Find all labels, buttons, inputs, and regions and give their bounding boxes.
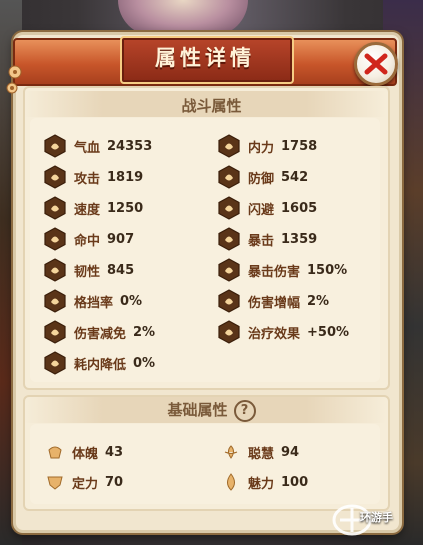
stat-row: 伤害减免 2%: [43, 320, 156, 344]
energy-cost-icon: [44, 351, 66, 375]
attack-icon: [44, 165, 66, 189]
stat-label: 体魄: [72, 446, 99, 462]
hp-icon: [44, 134, 66, 158]
damage-boost-icon: [218, 289, 240, 313]
stat-value: 94: [281, 444, 300, 460]
stat-row: 治疗效果 +50%: [217, 320, 350, 344]
stat-label: 闪避: [248, 202, 275, 218]
stat-row: 气血 24353: [43, 134, 153, 158]
character-portrait: [118, 0, 248, 36]
combat-section-title: 战斗属性: [181, 97, 242, 115]
stat-value: 24353: [107, 138, 153, 154]
defense-icon: [218, 165, 240, 189]
stat-value: 1819: [107, 169, 144, 185]
stat-value: 43: [105, 444, 124, 460]
stat-value: 150%: [307, 262, 348, 278]
stat-value: 542: [281, 169, 309, 185]
damage-reduction-icon: [44, 320, 66, 344]
stat-label: 速度: [74, 202, 101, 218]
stat-row: 定力 70: [45, 471, 123, 493]
close-icon: [364, 53, 388, 75]
stat-row: 耗内降低 0%: [43, 351, 156, 375]
stat-row: 防御 542: [217, 165, 309, 189]
stat-row: 韧性 845: [43, 258, 135, 282]
stat-label: 韧性: [74, 264, 101, 280]
hit-icon: [44, 227, 66, 251]
stat-label: 格挡率: [74, 295, 114, 311]
stat-label: 定力: [72, 476, 99, 492]
tenacity-icon: [44, 258, 66, 282]
crit-damage-icon: [218, 258, 240, 282]
speed-icon: [44, 196, 66, 220]
stat-label: 伤害减免: [74, 326, 127, 342]
stat-value: 907: [107, 231, 135, 247]
crit-icon: [218, 227, 240, 251]
charm-icon: [227, 473, 235, 491]
stat-value: 845: [107, 262, 135, 278]
stat-value: 1250: [107, 200, 144, 216]
dodge-icon: [218, 196, 240, 220]
stat-row: 内力 1758: [217, 134, 318, 158]
stat-value: 2%: [307, 293, 330, 309]
stat-row: 暴击伤害 150%: [217, 258, 348, 282]
stat-label: 内力: [248, 140, 275, 156]
stat-row: 闪避 1605: [217, 196, 318, 220]
stat-label: 攻击: [74, 171, 101, 187]
stat-value: 1359: [281, 231, 318, 247]
physique-icon: [48, 446, 62, 459]
dialog-title: 属性详情: [155, 46, 255, 70]
stat-row: 攻击 1819: [43, 165, 144, 189]
stat-value: +50%: [307, 324, 350, 340]
stat-label: 防御: [248, 171, 275, 187]
stat-row: 伤害增幅 2%: [217, 289, 330, 313]
inner-power-icon: [218, 134, 240, 158]
stat-label: 治疗效果: [248, 326, 301, 342]
wisdom-icon: [224, 445, 238, 459]
stat-label: 耗内降低: [74, 357, 127, 373]
stat-row: 速度 1250: [43, 196, 144, 220]
composure-icon: [47, 476, 63, 490]
stat-row: 暴击 1359: [217, 227, 318, 251]
stat-label: 命中: [74, 233, 101, 249]
watermark-text: 环游手: [360, 511, 393, 524]
heal-icon: [218, 320, 240, 344]
block-icon: [44, 289, 66, 313]
stat-value: 0%: [120, 293, 143, 309]
close-button[interactable]: [354, 42, 398, 86]
stat-value: 0%: [133, 355, 156, 371]
stat-row: 命中 907: [43, 227, 135, 251]
stat-label: 魅力: [248, 476, 275, 492]
stat-value: 1605: [281, 200, 318, 216]
help-icon[interactable]: ?: [233, 399, 256, 422]
stat-label: 伤害增幅: [248, 295, 301, 311]
stat-label: 暴击伤害: [248, 264, 301, 280]
stat-value: 1758: [281, 138, 318, 154]
stat-row: 体魄 43: [45, 441, 123, 463]
basic-section-title-text: 基础属性: [167, 401, 228, 419]
stat-value: 2%: [133, 324, 156, 340]
stat-row: 魅力 100: [221, 471, 308, 493]
stat-value: 70: [105, 474, 124, 490]
stat-value: 100: [281, 474, 309, 490]
stat-label: 聪慧: [248, 446, 275, 462]
stat-label: 气血: [74, 140, 101, 156]
stat-row: 聪慧 94: [221, 441, 299, 463]
basic-section-title: 基础属性?: [0, 399, 423, 422]
stat-row: 格挡率 0%: [43, 289, 143, 313]
stat-label: 暴击: [248, 233, 275, 249]
